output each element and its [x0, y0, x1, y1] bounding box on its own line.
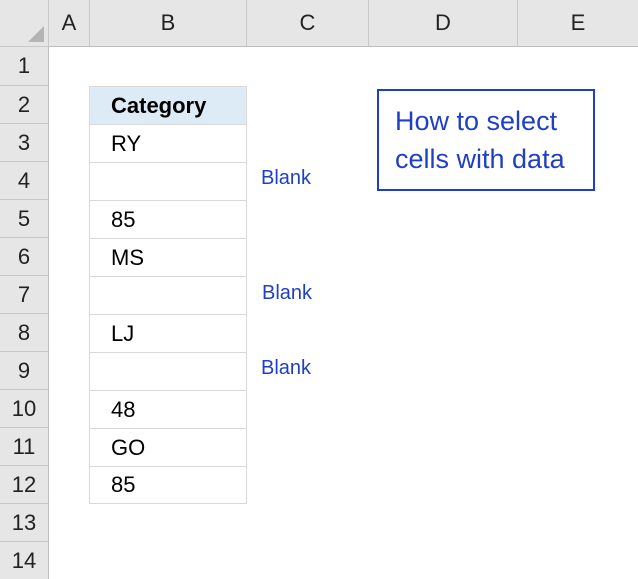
- cell-b12[interactable]: 85: [89, 466, 247, 504]
- note-line-1: How to select: [395, 106, 558, 136]
- cell-b8[interactable]: LJ: [89, 314, 247, 353]
- row-header-7[interactable]: 7: [0, 276, 49, 314]
- cell-b6[interactable]: MS: [89, 238, 247, 277]
- row-header-6[interactable]: 6: [0, 238, 49, 276]
- row-header-2[interactable]: 2: [0, 86, 49, 124]
- select-all-corner[interactable]: [0, 0, 49, 47]
- row-header-11[interactable]: 11: [0, 428, 49, 466]
- cell-b11[interactable]: GO: [89, 428, 247, 467]
- select-all-triangle-icon: [28, 26, 44, 42]
- cell-b5[interactable]: 85: [89, 200, 247, 239]
- cell-b4[interactable]: [89, 162, 247, 201]
- blank-annotation-row-7: Blank: [262, 282, 313, 304]
- row-header-10[interactable]: 10: [0, 390, 49, 428]
- row-header-4[interactable]: 4: [0, 162, 49, 200]
- blank-annotation-row-4: Blank: [261, 167, 312, 189]
- column-header-b[interactable]: B: [90, 0, 247, 47]
- row-header-5[interactable]: 5: [0, 200, 49, 238]
- cell-b9[interactable]: [89, 352, 247, 391]
- cell-b10[interactable]: 48: [89, 390, 247, 429]
- row-header-12[interactable]: 12: [0, 466, 49, 504]
- row-header-1[interactable]: 1: [0, 47, 49, 86]
- cell-b2-category-header[interactable]: Category: [89, 86, 247, 125]
- column-header-a[interactable]: A: [49, 0, 90, 47]
- row-header-13[interactable]: 13: [0, 504, 49, 542]
- note-line-2: cells with data: [395, 144, 565, 174]
- column-header-e[interactable]: E: [518, 0, 638, 47]
- note-textbox[interactable]: How to select cells with data: [377, 89, 595, 191]
- column-header-c[interactable]: C: [247, 0, 369, 47]
- row-header-9[interactable]: 9: [0, 352, 49, 390]
- column-header-d[interactable]: D: [369, 0, 518, 47]
- cell-b3[interactable]: RY: [89, 124, 247, 163]
- row-header-3[interactable]: 3: [0, 124, 49, 162]
- blank-annotation-row-9: Blank: [261, 357, 312, 379]
- row-header-8[interactable]: 8: [0, 314, 49, 352]
- row-header-14[interactable]: 14: [0, 542, 49, 579]
- cell-b7[interactable]: [89, 276, 247, 315]
